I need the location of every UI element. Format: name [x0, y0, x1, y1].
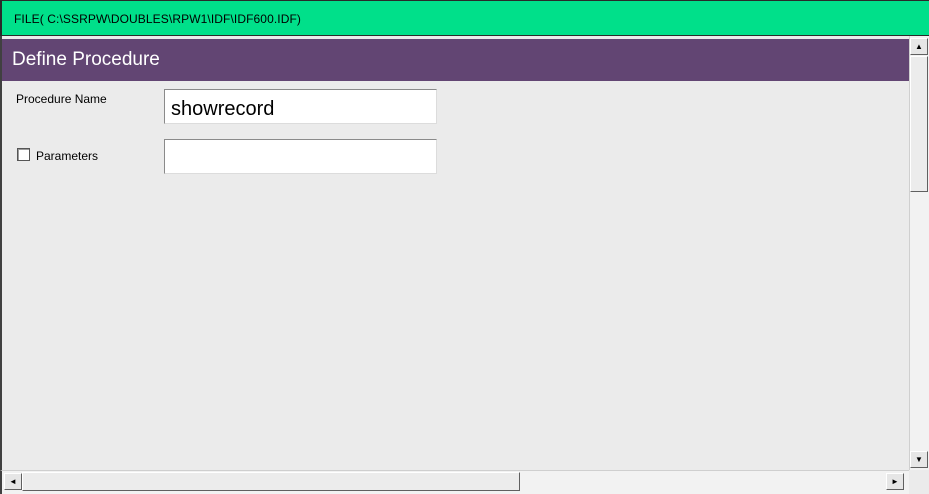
arrow-down-icon: ▼ — [915, 455, 923, 464]
file-title-bar: FILE( C:\SSRPW\DOUBLES\RPW1\IDF\IDF600.I… — [0, 0, 929, 36]
parameters-input[interactable] — [164, 139, 437, 174]
horizontal-scroll-thumb[interactable] — [22, 472, 520, 491]
scroll-left-button[interactable]: ◄ — [4, 473, 22, 490]
panel-header-title: Define Procedure — [12, 49, 160, 70]
parameters-label: Parameters — [36, 149, 99, 163]
parameters-checkbox[interactable] — [17, 148, 30, 161]
procedure-name-input[interactable] — [164, 89, 437, 124]
scrollbar-corner — [909, 470, 929, 494]
define-procedure-panel: Define Procedure Procedure Name Paramete… — [0, 36, 909, 470]
scroll-right-button[interactable]: ► — [886, 473, 904, 490]
arrow-up-icon: ▲ — [915, 42, 923, 51]
vertical-scrollbar[interactable]: ▲ ▼ — [909, 36, 929, 470]
horizontal-scrollbar[interactable]: ◄ ► — [0, 470, 909, 494]
scroll-up-button[interactable]: ▲ — [910, 38, 928, 55]
scroll-down-button[interactable]: ▼ — [910, 451, 928, 468]
panel-header: Define Procedure — [2, 39, 909, 81]
file-title: FILE( C:\SSRPW\DOUBLES\RPW1\IDF\IDF600.I… — [14, 12, 302, 26]
procedure-name-label: Procedure Name — [16, 92, 107, 106]
vertical-scroll-thumb[interactable] — [910, 56, 928, 192]
arrow-left-icon: ◄ — [9, 477, 17, 486]
arrow-right-icon: ► — [891, 477, 899, 486]
